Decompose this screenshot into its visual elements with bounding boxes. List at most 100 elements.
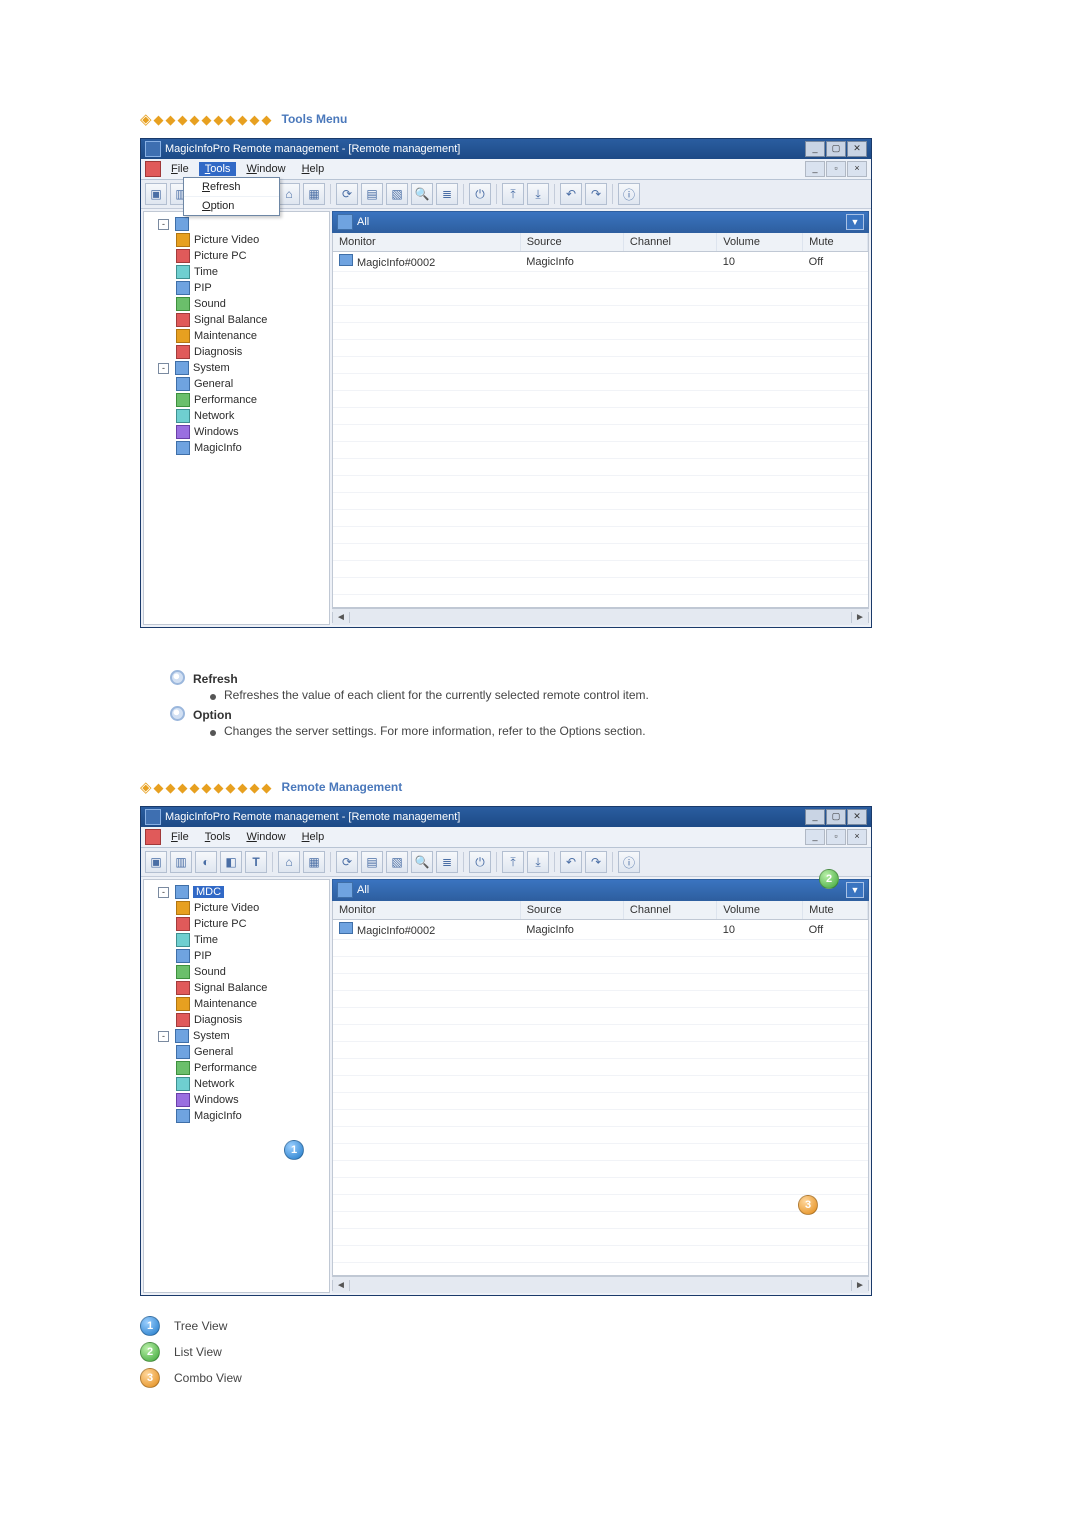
menu-tools[interactable]: Tools <box>199 162 237 176</box>
tree-node[interactable]: Sound <box>148 296 325 312</box>
tool-info-icon[interactable]: ⓘ <box>618 183 640 205</box>
horizontal-scrollbar[interactable]: ◄ ► <box>332 1276 869 1293</box>
tool-list-icon[interactable]: ≣ <box>436 851 458 873</box>
child-minimize-button[interactable]: _ <box>805 161 825 177</box>
tree-node[interactable]: Windows <box>148 424 325 440</box>
tool-6-icon[interactable]: ▦ <box>303 183 325 205</box>
child-close-button[interactable]: × <box>847 161 867 177</box>
col-mute[interactable]: Mute <box>803 233 868 252</box>
close-button[interactable]: ✕ <box>847 141 867 157</box>
tree-node[interactable]: PIP <box>148 280 325 296</box>
tool-1-icon[interactable]: ▣ <box>145 183 167 205</box>
col-volume[interactable]: Volume <box>717 233 803 252</box>
tree-node[interactable]: Picture Video <box>148 900 325 916</box>
tree-node[interactable]: Performance <box>148 392 325 408</box>
chevron-down-icon[interactable]: ▼ <box>846 882 864 898</box>
tool-8-icon[interactable]: ▧ <box>386 183 408 205</box>
tool-text-icon[interactable]: T <box>245 851 267 873</box>
tree-node[interactable]: Time <box>148 264 325 280</box>
col-channel[interactable]: Channel <box>623 901 716 920</box>
child-restore-button[interactable]: ▫ <box>826 829 846 845</box>
tool-search-icon[interactable]: 🔍 <box>411 183 433 205</box>
tool-info-icon[interactable]: ⓘ <box>618 851 640 873</box>
col-source[interactable]: Source <box>520 901 623 920</box>
tool-1-icon[interactable]: ▣ <box>145 851 167 873</box>
tool-redo-icon[interactable]: ↷ <box>585 851 607 873</box>
tree-node[interactable]: Picture Video <box>148 232 325 248</box>
tree-node[interactable]: Signal Balance <box>148 312 325 328</box>
tool-redo-icon[interactable]: ↷ <box>585 183 607 205</box>
tool-7-icon[interactable]: ▤ <box>361 851 383 873</box>
tree-node[interactable]: Maintenance <box>148 996 325 1012</box>
minimize-button[interactable]: _ <box>805 141 825 157</box>
menu-file[interactable]: File <box>165 830 195 844</box>
tree-node[interactable]: MagicInfo <box>148 1108 325 1124</box>
tree-node[interactable]: Windows <box>148 1092 325 1108</box>
menu-help[interactable]: Help <box>296 830 331 844</box>
child-restore-button[interactable]: ▫ <box>826 161 846 177</box>
tool-power-icon[interactable]: ⏻ <box>469 851 491 873</box>
child-close-button[interactable]: × <box>847 829 867 845</box>
tree-node[interactable]: Picture PC <box>148 916 325 932</box>
tool-10-icon[interactable]: ⤓ <box>527 183 549 205</box>
minimize-button[interactable]: _ <box>805 809 825 825</box>
col-volume[interactable]: Volume <box>717 901 803 920</box>
child-minimize-button[interactable]: _ <box>805 829 825 845</box>
tree-node[interactable]: Sound <box>148 964 325 980</box>
tool-undo-icon[interactable]: ↶ <box>560 183 582 205</box>
tools-option-item[interactable]: Option <box>184 197 279 215</box>
tool-search-icon[interactable]: 🔍 <box>411 851 433 873</box>
col-monitor[interactable]: Monitor <box>333 901 520 920</box>
scroll-left-icon[interactable]: ◄ <box>332 612 350 623</box>
tree-node[interactable]: - MDC <box>148 884 325 900</box>
col-mute[interactable]: Mute <box>803 901 868 920</box>
tool-5-icon[interactable]: ⌂ <box>278 851 300 873</box>
col-monitor[interactable]: Monitor <box>333 233 520 252</box>
expander-icon[interactable]: - <box>158 219 169 230</box>
tree-node[interactable]: Diagnosis <box>148 1012 325 1028</box>
col-channel[interactable]: Channel <box>623 233 716 252</box>
close-button[interactable]: ✕ <box>847 809 867 825</box>
table-row[interactable]: MagicInfo#0002 MagicInfo 10 Off <box>333 920 868 940</box>
menu-window[interactable]: Window <box>240 162 291 176</box>
tool-9-icon[interactable]: ⤒ <box>502 183 524 205</box>
tree-node[interactable]: - System <box>148 360 325 376</box>
scroll-right-icon[interactable]: ► <box>851 612 869 623</box>
tools-refresh-item[interactable]: Refresh <box>184 178 279 197</box>
scroll-right-icon[interactable]: ► <box>851 1280 869 1291</box>
tool-power-icon[interactable]: ⏻ <box>469 183 491 205</box>
tree-node[interactable]: General <box>148 376 325 392</box>
tool-list-icon[interactable]: ≣ <box>436 183 458 205</box>
tool-4-icon[interactable]: ◧ <box>220 851 242 873</box>
horizontal-scrollbar[interactable]: ◄ ► <box>332 608 869 625</box>
tool-6-icon[interactable]: ▦ <box>303 851 325 873</box>
tree-node[interactable]: Performance <box>148 1060 325 1076</box>
tree-node[interactable]: Network <box>148 1076 325 1092</box>
menu-window[interactable]: Window <box>240 830 291 844</box>
tool-2-icon[interactable]: ▥ <box>170 851 192 873</box>
maximize-button[interactable]: ▢ <box>826 141 846 157</box>
group-selector-bar[interactable]: All ▼ <box>332 879 869 901</box>
tree-node[interactable]: MagicInfo <box>148 440 325 456</box>
tool-3-icon[interactable]: ◐ <box>195 851 217 873</box>
expander-icon[interactable]: - <box>158 1031 169 1042</box>
menu-tools[interactable]: Tools <box>199 830 237 844</box>
tool-7-icon[interactable]: ▤ <box>361 183 383 205</box>
tool-9-icon[interactable]: ⤒ <box>502 851 524 873</box>
menu-file[interactable]: FFileile <box>165 162 195 176</box>
menu-help[interactable]: Help <box>296 162 331 176</box>
tool-8-icon[interactable]: ▧ <box>386 851 408 873</box>
tool-refresh-icon[interactable]: ⟳ <box>336 183 358 205</box>
tree-node[interactable]: Time <box>148 932 325 948</box>
tree-node[interactable]: Signal Balance <box>148 980 325 996</box>
col-source[interactable]: Source <box>520 233 623 252</box>
scroll-left-icon[interactable]: ◄ <box>332 1280 350 1291</box>
tree-node[interactable]: - <box>148 216 325 232</box>
tree-node[interactable]: Maintenance <box>148 328 325 344</box>
tree-node[interactable]: Network <box>148 408 325 424</box>
tree-node[interactable]: Picture PC <box>148 248 325 264</box>
maximize-button[interactable]: ▢ <box>826 809 846 825</box>
chevron-down-icon[interactable]: ▼ <box>846 214 864 230</box>
tree-node[interactable]: PIP <box>148 948 325 964</box>
expander-icon[interactable]: - <box>158 887 169 898</box>
